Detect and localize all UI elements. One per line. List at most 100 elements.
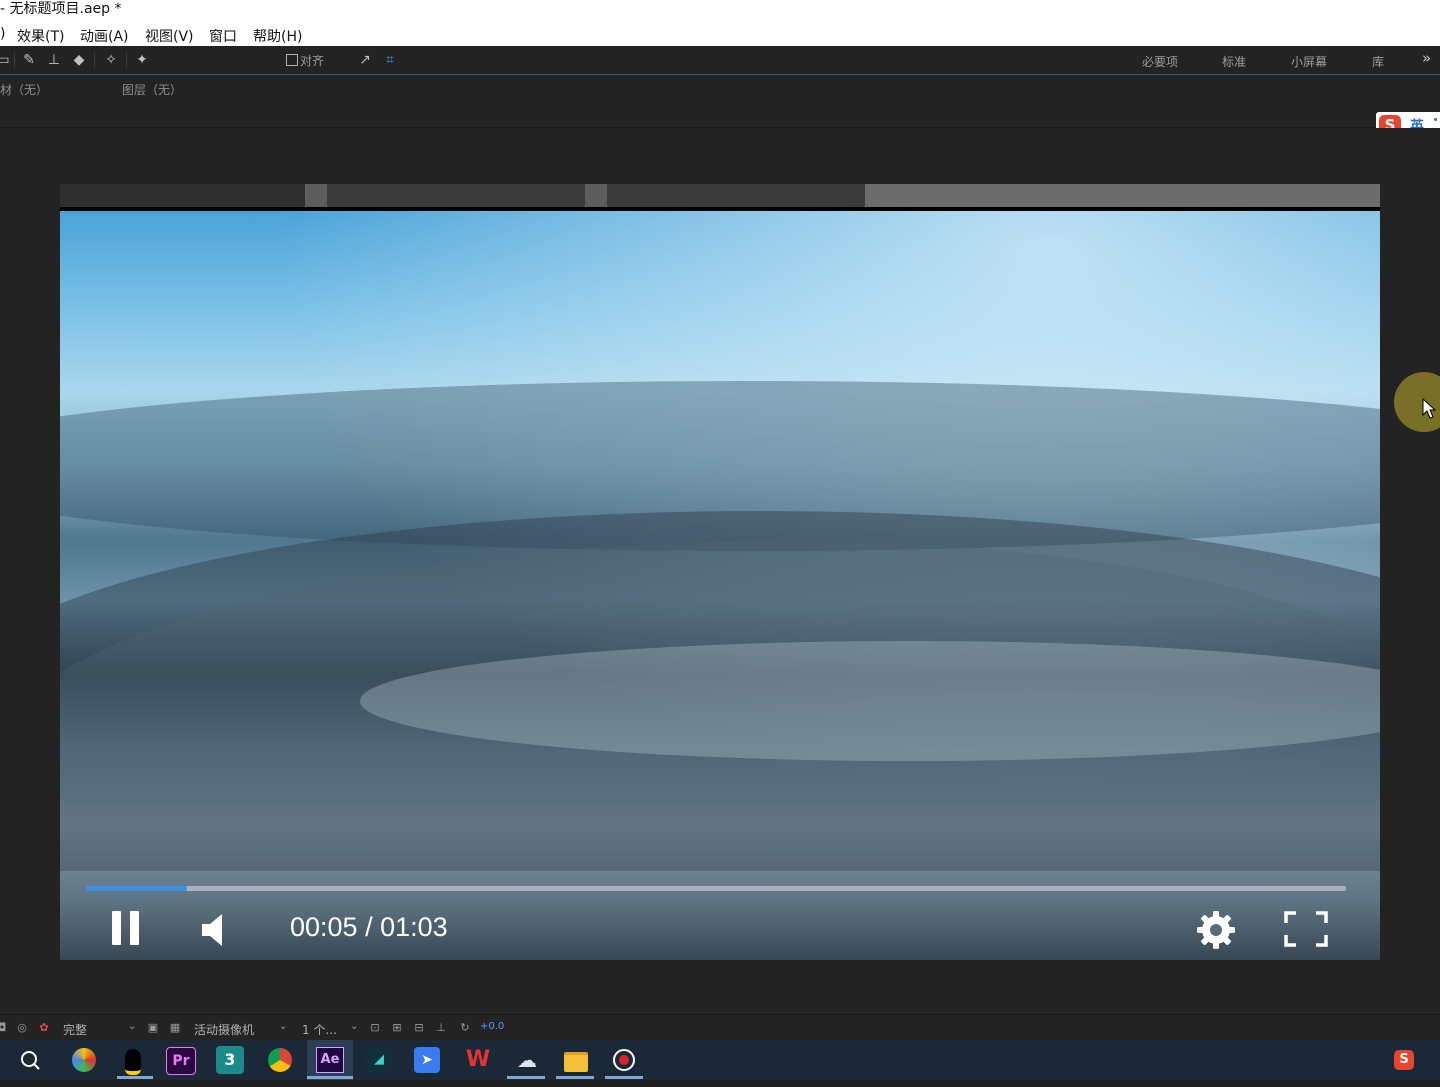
active-app-indicator (117, 1076, 153, 1079)
workspace-more-icon[interactable]: » (1422, 49, 1431, 67)
toolbar-divider (94, 52, 95, 68)
active-app-indicator (507, 1076, 545, 1079)
views-select[interactable]: 1 个... (302, 1021, 337, 1038)
panel-tabs: 材（无） 图层（无） (0, 75, 1440, 128)
window-title: - 无标题项目.aep * (0, 1, 122, 17)
reset-exposure-icon[interactable]: ↻ (459, 1022, 471, 1034)
taskbar-search[interactable] (14, 1044, 46, 1076)
menu-bar: ) 效果(T) 动画(A) 视图(V) 窗口 帮助(H) (0, 22, 1440, 47)
fast-previews-icon[interactable]: ⊞ (391, 1022, 403, 1034)
workspace-essentials[interactable]: 必要项 (1142, 53, 1178, 70)
taskbar-browser[interactable] (68, 1044, 100, 1076)
menu-item-window[interactable]: 窗口 (209, 26, 237, 46)
app-dark-icon: ◢ (374, 1052, 384, 1067)
tab-footage[interactable]: 材（无） (0, 81, 48, 98)
exposure-value[interactable]: +0.0 (480, 1021, 504, 1032)
volume-icon (202, 914, 222, 946)
after-effects-icon: Ae (316, 1047, 344, 1073)
strip-segment (865, 184, 1380, 207)
pause-button[interactable] (112, 911, 140, 947)
taskbar-after-effects[interactable]: Ae (307, 1040, 353, 1080)
taskbar-premiere[interactable]: Pr (166, 1047, 196, 1075)
taskbar-file-explorer[interactable] (560, 1044, 592, 1076)
title-bar: - 无标题项目.aep * (0, 0, 1440, 22)
transparency-grid-icon[interactable]: ▦ (169, 1022, 181, 1034)
active-app-indicator (556, 1076, 594, 1079)
snap-arrow-icon[interactable]: ↗ (356, 51, 374, 69)
tools-toolbar: ▭ ✎ ⊥ ◆ ✧ ✦ 对齐 ↗ ⌗ 必要项 标准 小屏幕 库 » (0, 46, 1440, 75)
playback-progress-bar[interactable] (86, 886, 1346, 891)
mouse-cursor-icon (1422, 398, 1436, 419)
align-checkbox[interactable] (286, 54, 298, 66)
tab-layer[interactable]: 图层（无） (122, 81, 182, 98)
flowchart-icon[interactable]: ⊥ (435, 1022, 447, 1034)
browser-icon (72, 1048, 96, 1072)
region-of-interest-icon[interactable]: ▣ (147, 1022, 159, 1034)
strip-segment (607, 184, 865, 207)
roto-brush-tool-icon[interactable]: ✧ (102, 51, 120, 69)
menu-item-help[interactable]: 帮助(H) (253, 26, 302, 46)
record-icon (613, 1049, 635, 1071)
chevron-down-icon[interactable]: ⌄ (128, 1021, 136, 1032)
taskbar-wps[interactable]: W (462, 1044, 494, 1076)
taskbar-recorder[interactable] (608, 1044, 640, 1076)
snapping-icon[interactable]: ⌗ (381, 51, 399, 69)
taskbar-qq[interactable] (117, 1044, 149, 1076)
brush-tool-icon[interactable]: ✎ (20, 51, 38, 69)
workspace-small-screen[interactable]: 小屏幕 (1291, 53, 1327, 70)
strip-segment (585, 184, 607, 207)
shape-tool-icon[interactable]: ▭ (0, 51, 12, 69)
strip-segment (60, 184, 305, 207)
menu-item-view[interactable]: 视图(V) (145, 26, 194, 46)
align-label: 对齐 (300, 54, 325, 68)
active-app-indicator (605, 1076, 643, 1079)
volume-button[interactable] (200, 912, 230, 948)
clone-stamp-tool-icon[interactable]: ⊥ (45, 51, 63, 69)
taskbar-chat[interactable]: ☁ (511, 1044, 543, 1076)
video-frame[interactable] (60, 211, 1380, 960)
ime-dot (1434, 118, 1437, 121)
feishu-icon: ➤ (421, 1052, 433, 1068)
thumbnail-strip (60, 184, 1380, 207)
search-icon (21, 1051, 40, 1070)
taskbar-feishu[interactable]: ➤ (414, 1047, 440, 1073)
workspace-library[interactable]: 库 (1372, 53, 1384, 70)
timeline-icon[interactable]: ⊟ (413, 1022, 425, 1034)
playback-time: 00:05 / 01:03 (290, 912, 448, 942)
chevron-down-icon[interactable]: ⌄ (279, 1021, 287, 1032)
viewer-controls-bar: ◘ ◎ ✿ 完整 ⌄ ▣ ▦ 活动摄像机 ⌄ 1 个... ⌄ ⊡ ⊞ ⊟ ⊥ … (0, 1014, 1440, 1041)
settings-icon (1197, 911, 1235, 949)
taskbar-chrome[interactable] (264, 1044, 296, 1076)
chrome-icon (268, 1048, 292, 1072)
taskbar: Pr 3 Ae ◢ ➤ W ☁ S (0, 1040, 1440, 1080)
active-app-indicator (307, 1076, 353, 1079)
video-player[interactable]: 00:05 / 01:03 (60, 184, 1380, 960)
camera-select[interactable]: 活动摄像机 (194, 1021, 254, 1038)
workspace-standard[interactable]: 标准 (1222, 53, 1246, 70)
fullscreen-button[interactable] (1284, 911, 1328, 947)
qq-penguin-icon (125, 1049, 141, 1075)
resolution-select[interactable]: 完整 (63, 1021, 87, 1038)
fullscreen-icon (1284, 911, 1328, 947)
snapshot-icon[interactable]: ◘ (0, 1022, 8, 1034)
menu-item-effects[interactable]: 效果(T) (17, 26, 64, 46)
color-channels-icon[interactable]: ✿ (38, 1022, 50, 1034)
toolbar-divider (126, 52, 127, 68)
show-snapshot-icon[interactable]: ◎ (16, 1022, 28, 1034)
chevron-down-icon[interactable]: ⌄ (350, 1021, 358, 1032)
eraser-tool-icon[interactable]: ◆ (70, 51, 88, 69)
settings-button[interactable] (1196, 910, 1236, 950)
toolbar-divider (14, 52, 15, 68)
strip-segment (305, 184, 327, 207)
taskbar-app-dark[interactable]: ◢ (366, 1047, 392, 1073)
folder-icon (564, 1052, 588, 1072)
chat-bubble-icon: ☁ (517, 1048, 537, 1072)
menu-item-animation[interactable]: 动画(A) (80, 26, 129, 46)
menu-item-edge[interactable]: ) (0, 26, 5, 42)
playback-progress-fill (86, 886, 187, 891)
strip-segment (327, 184, 585, 207)
tray-sogou-icon[interactable]: S (1394, 1050, 1414, 1070)
puppet-pin-tool-icon[interactable]: ✦ (133, 51, 151, 69)
toggle-pixel-aspect-icon[interactable]: ⊡ (369, 1022, 381, 1034)
taskbar-3dsmax[interactable]: 3 (216, 1046, 244, 1074)
